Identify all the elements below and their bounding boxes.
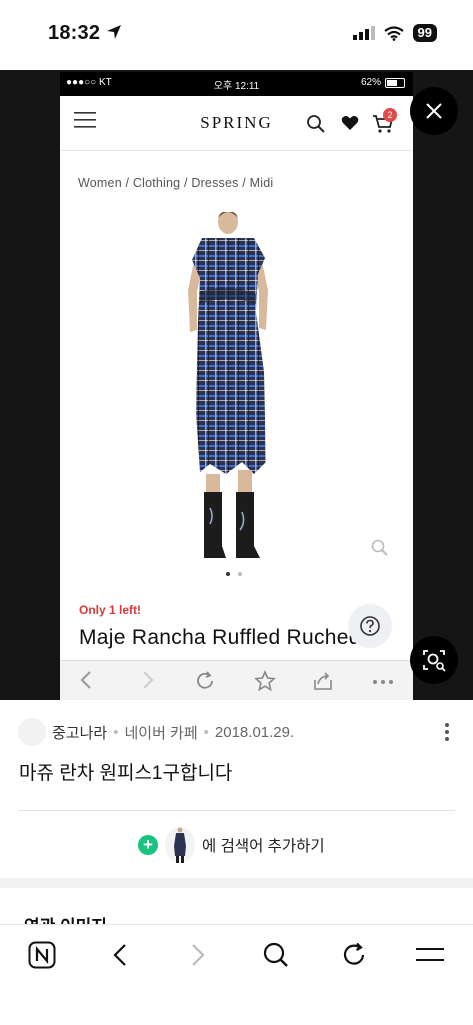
help-button [348, 604, 392, 648]
battery-indicator: 99 [412, 24, 437, 42]
carousel-dot [238, 572, 242, 576]
plus-icon: + [138, 835, 158, 855]
share-icon [314, 672, 332, 690]
wifi-icon [383, 25, 404, 41]
result-title[interactable]: 마쥬 란차 원피스1구합니다 [19, 758, 232, 785]
result-source[interactable]: 중고나라 • 네이버 카페 • 2018.01.29. [18, 718, 294, 746]
source-name[interactable]: 중고나라 [52, 722, 107, 743]
inner-browser-toolbar [60, 660, 413, 700]
question-icon [360, 616, 380, 636]
location-arrow-icon [106, 25, 121, 39]
status-bar: 18:32 99 [0, 0, 473, 70]
menu-icon[interactable] [416, 945, 444, 965]
add-to-search-label: 에 검색어 추가하기 [202, 838, 325, 855]
signal-icon [352, 26, 375, 40]
product-photo [188, 212, 268, 558]
status-icons: 99 [352, 24, 437, 42]
lens-search-icon [423, 650, 446, 672]
inner-status-bar: ●●●○○ KT 오후 12:11 62% [60, 72, 413, 96]
result-date: 2018.01.29. [214, 723, 295, 741]
star-icon [254, 670, 276, 692]
viewed-screenshot: ●●●○○ KT 오후 12:11 62% SPRING 2 Women / C… [60, 72, 413, 700]
breadcrumb: Women / Clothing / Dresses / Midi [78, 176, 274, 190]
inner-battery: 62% [361, 77, 405, 88]
status-time: 18:32 [48, 22, 122, 45]
more-dots-icon [373, 680, 393, 684]
carousel-dot [226, 572, 230, 576]
back-icon [80, 671, 91, 689]
section-separator [0, 878, 473, 888]
product-title: Maje Rancha Ruffled Ruched [79, 626, 361, 649]
naver-home-icon[interactable] [28, 941, 56, 969]
back-icon[interactable] [108, 941, 132, 969]
heart-icon [341, 116, 359, 130]
cart-count-badge: 2 [383, 108, 397, 122]
search-icon [307, 115, 325, 133]
image-search-button[interactable] [410, 636, 458, 684]
search-thumbnail [165, 827, 195, 863]
carousel-dots [226, 572, 242, 576]
close-icon [426, 103, 442, 119]
bottom-toolbar [0, 924, 473, 1025]
search-icon[interactable] [262, 941, 290, 969]
source-type: 네이버 카페 [124, 724, 198, 742]
refresh-icon[interactable] [340, 941, 368, 969]
add-to-search-button[interactable]: + 에 검색어 추가하기 [138, 826, 325, 864]
forward-icon[interactable] [186, 941, 210, 969]
more-options-icon[interactable] [444, 722, 450, 742]
separator-dot: • [113, 723, 119, 741]
divider [18, 810, 455, 811]
source-avatar [18, 718, 46, 746]
reload-icon [197, 671, 213, 689]
stock-note: Only 1 left! [79, 603, 142, 617]
close-viewer-button[interactable] [410, 87, 458, 135]
forward-icon [143, 671, 154, 689]
store-header: SPRING 2 [60, 96, 413, 151]
zoom-icon [371, 539, 388, 556]
separator-dot: • [203, 723, 209, 741]
store-brand: SPRING [200, 113, 273, 132]
